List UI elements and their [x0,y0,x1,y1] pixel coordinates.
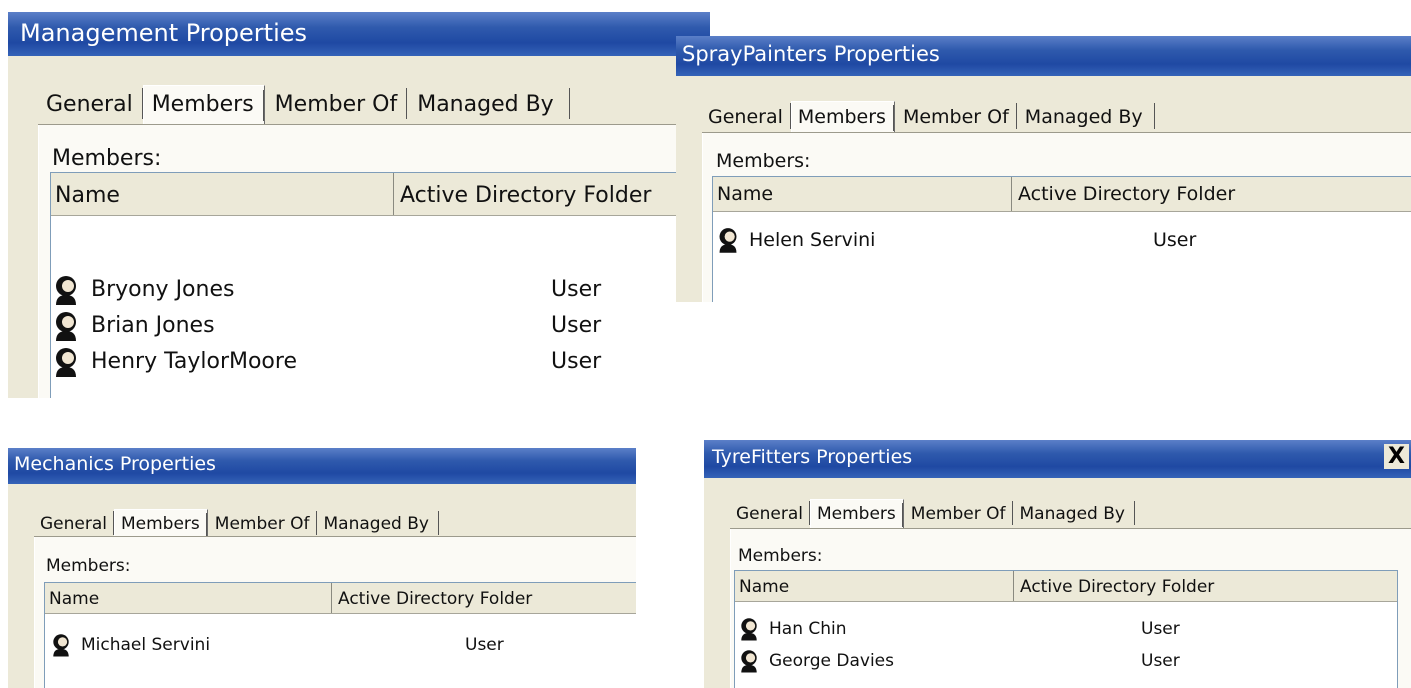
list-item[interactable]: Helen Servini User [713,225,1411,257]
members-list[interactable]: Name Active Directory Folder Han Chin Us… [734,570,1398,688]
tab-general[interactable]: General [702,100,791,132]
user-icon [741,650,757,673]
spraypainters-properties-dialog: SprayPainters Properties General Members M… [676,36,1411,302]
column-name[interactable]: Name [55,173,120,215]
members-list[interactable]: Name Active Directory Folder Bryony Jone… [50,172,710,398]
tab-member-of[interactable]: Member Of [895,100,1017,132]
management-properties-dialog: Management Properties General Members Memb… [8,12,710,398]
member-folder: User [551,349,602,374]
column-folder[interactable]: Active Directory Folder [393,173,651,215]
members-list[interactable]: Name Active Directory Folder Helen Servi… [712,176,1411,302]
tab-member-of[interactable]: Member Of [904,498,1013,528]
title-bar[interactable]: Management Properties [8,12,710,56]
user-icon [719,228,737,253]
tab-managed-by[interactable]: Managed By [1017,100,1155,132]
list-header: Name Active Directory Folder [735,571,1397,602]
close-icon[interactable]: X [1384,444,1409,469]
tab-members[interactable]: Members [790,101,895,134]
tab-strip: General Members Member Of Managed By [34,508,440,540]
members-label: Members: [738,546,823,566]
members-label: Members: [46,556,131,576]
list-header: Name Active Directory Folder [45,583,636,614]
tyrefitters-properties-dialog: TyreFitters Properties X General Members M… [704,440,1411,688]
list-item[interactable]: Henry TaylorMoore User [51,345,710,381]
member-name: Han Chin [769,619,847,639]
member-name: Bryony Jones [91,277,235,302]
column-name[interactable]: Name [717,177,773,211]
column-name[interactable]: Name [49,583,99,613]
user-icon [53,634,69,657]
tab-strip: General Members Member Of Managed By [702,100,1155,134]
member-folder: User [551,313,602,338]
user-icon [741,618,757,641]
member-folder: User [465,635,504,655]
column-folder[interactable]: Active Directory Folder [331,583,532,613]
tab-managed-by[interactable]: Managed By [317,508,440,538]
tab-managed-by[interactable]: Managed By [407,84,571,123]
tab-members[interactable]: Members [810,499,904,530]
members-list[interactable]: Name Active Directory Folder Michael Ser… [44,582,636,688]
list-item[interactable]: George Davies User [735,649,1397,679]
tab-members[interactable]: Members [142,85,265,125]
user-icon [56,312,76,341]
member-name: Brian Jones [91,313,215,338]
member-folder: User [1141,651,1180,671]
list-item[interactable]: Brian Jones User [51,309,710,345]
list-header: Name Active Directory Folder [713,177,1411,212]
title-bar[interactable]: SprayPainters Properties [676,36,1411,76]
dialog-title: Mechanics Properties [14,453,216,475]
column-folder[interactable]: Active Directory Folder [1011,177,1235,211]
tab-member-of[interactable]: Member Of [208,508,317,538]
member-folder: User [1141,619,1180,639]
user-icon [56,348,76,377]
tab-general[interactable]: General [38,84,143,123]
dialog-title: SprayPainters Properties [682,42,940,66]
members-label: Members: [52,146,162,171]
tab-general[interactable]: General [34,508,114,538]
list-item[interactable]: Bryony Jones User [51,273,710,309]
member-folder: User [551,277,602,302]
title-bar[interactable]: TyreFitters Properties X [704,440,1411,478]
title-bar[interactable]: Mechanics Properties [8,448,636,484]
tab-strip: General Members Member Of Managed By [38,84,571,125]
column-folder[interactable]: Active Directory Folder [1013,571,1214,601]
tab-managed-by[interactable]: Managed By [1013,498,1136,528]
member-name: Michael Servini [81,635,211,655]
list-header: Name Active Directory Folder [51,173,710,216]
member-folder: User [1153,229,1197,251]
tab-general[interactable]: General [730,498,810,528]
dialog-title: TyreFitters Properties [712,446,913,468]
mechanics-properties-dialog: Mechanics Properties General Members Membe… [8,448,636,688]
tab-strip: General Members Member Of Managed By [730,498,1136,530]
list-item[interactable]: Han Chin User [735,617,1397,647]
members-label: Members: [716,150,811,172]
member-name: Helen Servini [749,229,876,251]
member-name: George Davies [769,651,894,671]
dialog-title: Management Properties [20,19,308,47]
user-icon [56,276,76,305]
column-name[interactable]: Name [739,571,789,601]
member-name: Henry TaylorMoore [91,349,297,374]
tab-member-of[interactable]: Member Of [265,84,408,123]
list-item[interactable]: Michael Servini User [45,633,636,663]
